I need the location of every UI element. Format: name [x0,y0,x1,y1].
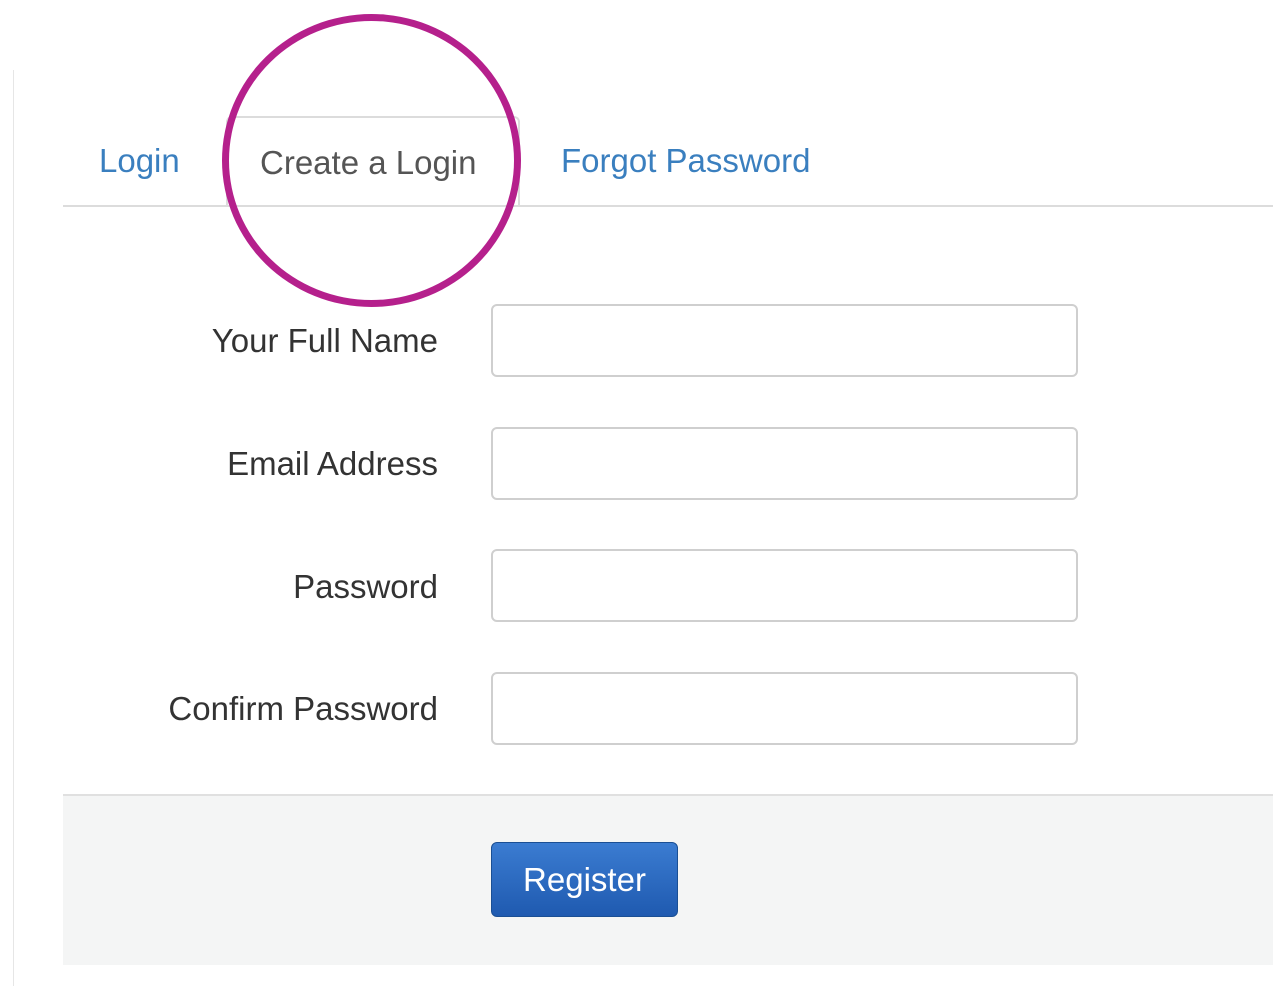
full-name-input[interactable] [491,304,1078,377]
tab-create-login-label: Create a Login [260,144,477,181]
register-page: Login Create a Login Forgot Password You… [0,0,1273,986]
tabs-divider [63,205,1273,207]
email-input[interactable] [491,427,1078,500]
email-label: Email Address [227,445,438,482]
password-input[interactable] [491,549,1078,622]
left-divider [13,70,14,986]
confirm-password-label: Confirm Password [168,690,438,727]
tab-forgot-password[interactable]: Forgot Password [561,144,810,177]
tab-login[interactable]: Login [99,144,180,177]
register-button[interactable]: Register [491,842,678,917]
password-label: Password [293,568,438,605]
confirm-password-input[interactable] [491,672,1078,745]
full-name-label: Your Full Name [211,322,438,359]
